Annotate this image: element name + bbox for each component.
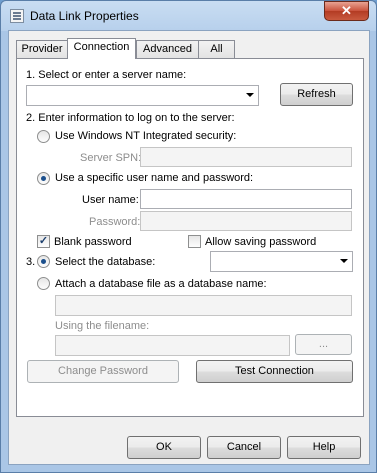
server-spn-field[interactable]	[140, 147, 352, 167]
window-title: Data Link Properties	[30, 9, 139, 23]
cancel-button[interactable]: Cancel	[207, 436, 281, 459]
attach-database-radio[interactable]	[37, 277, 50, 290]
specific-user-radio[interactable]	[37, 172, 50, 185]
attach-database-label: Attach a database file as a database nam…	[55, 278, 267, 290]
tab-all[interactable]: All	[198, 40, 235, 58]
filename-label: Using the filename:	[55, 320, 150, 332]
test-connection-button[interactable]: Test Connection	[196, 360, 353, 383]
dialog-client: Provider Connection Advanced All 1. Sele…	[8, 30, 370, 465]
connection-panel: 1. Select or enter a server name: Refres…	[16, 58, 364, 417]
close-button[interactable]: ✕	[324, 1, 369, 21]
blank-password-label: Blank password	[54, 236, 132, 248]
select-database-radio[interactable]	[37, 255, 50, 268]
user-name-field[interactable]	[140, 189, 352, 209]
section1-label: 1. Select or enter a server name:	[26, 69, 187, 81]
title-bar[interactable]: Data Link Properties ✕	[1, 1, 376, 31]
chevron-down-icon[interactable]	[340, 259, 348, 263]
tab-provider[interactable]: Provider	[16, 40, 68, 58]
password-label: Password:	[89, 216, 141, 228]
password-field[interactable]	[140, 211, 352, 231]
select-database-label: Select the database:	[55, 256, 156, 268]
allow-saving-password-label: Allow saving password	[205, 236, 317, 248]
specific-user-label: Use a specific user name and password:	[55, 172, 254, 184]
data-link-icon	[10, 9, 24, 23]
allow-saving-password-checkbox[interactable]	[188, 235, 201, 248]
tab-advanced[interactable]: Advanced	[136, 40, 199, 58]
chevron-down-icon[interactable]	[246, 93, 254, 97]
dialog-window: Data Link Properties ✕ Provider Connecti…	[0, 0, 377, 473]
server-spn-label: Server SPN:	[80, 152, 142, 164]
blank-password-checkbox[interactable]: ✓	[37, 235, 50, 248]
server-name-combobox[interactable]	[26, 85, 259, 106]
refresh-button[interactable]: Refresh	[280, 83, 353, 106]
windows-nt-security-radio[interactable]	[37, 130, 50, 143]
attach-database-name-field[interactable]	[55, 295, 352, 316]
change-password-button[interactable]: Change Password	[27, 360, 179, 383]
browse-file-button[interactable]: ...	[295, 334, 352, 355]
ok-button[interactable]: OK	[127, 436, 201, 459]
user-name-label: User name:	[82, 194, 139, 206]
database-combobox[interactable]	[210, 251, 353, 272]
section3-number: 3.	[26, 256, 36, 268]
tab-connection[interactable]: Connection	[67, 38, 136, 59]
help-button[interactable]: Help	[287, 436, 361, 459]
section2-label: 2. Enter information to log on to the se…	[26, 112, 235, 124]
filename-field[interactable]	[55, 335, 290, 356]
windows-nt-security-label: Use Windows NT Integrated security:	[55, 130, 237, 142]
